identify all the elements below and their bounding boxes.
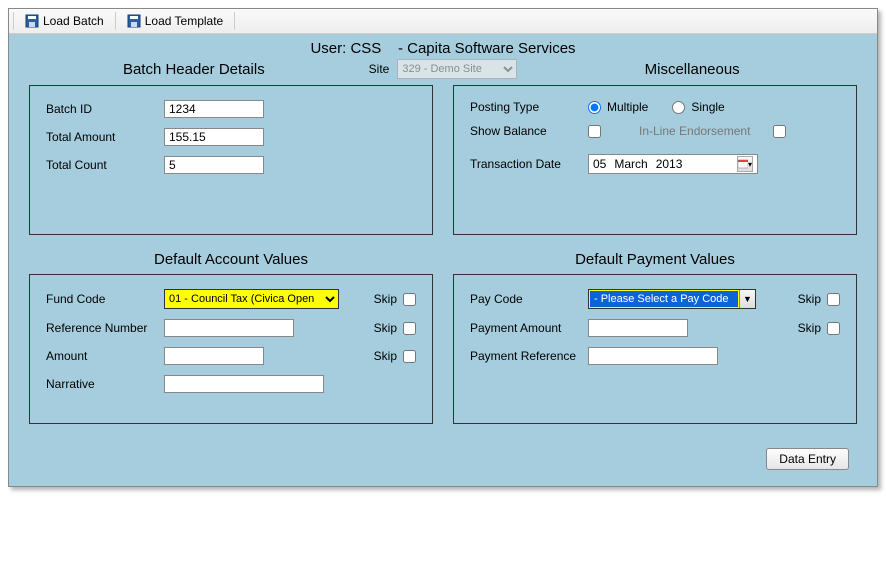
narrative-label: Narrative <box>46 377 156 391</box>
toolbar: Load Batch Load Template <box>9 9 877 34</box>
pay-code-value: - Please Select a Pay Code <box>590 291 738 307</box>
data-entry-button[interactable]: Data Entry <box>766 448 849 470</box>
fund-code-select[interactable]: 01 - Council Tax (Civica Open <box>164 289 339 309</box>
chevron-down-icon: ▼ <box>739 290 755 308</box>
payment-reference-label: Payment Reference <box>470 349 580 363</box>
toolbar-separator <box>234 12 235 30</box>
total-count-input[interactable] <box>164 156 264 174</box>
batch-id-input[interactable] <box>164 100 264 118</box>
posting-type-single[interactable]: Single <box>672 100 724 114</box>
save-icon <box>25 14 39 28</box>
fund-code-skip-checkbox[interactable] <box>403 293 416 306</box>
reference-number-skip-checkbox[interactable] <box>403 322 416 335</box>
date-day: 05 <box>593 157 606 171</box>
show-balance-checkbox[interactable] <box>588 125 601 138</box>
payment-reference-input[interactable] <box>588 347 718 365</box>
save-icon <box>127 14 141 28</box>
load-batch-label: Load Batch <box>43 14 104 28</box>
pay-code-select[interactable]: - Please Select a Pay Code ▼ <box>588 289 756 309</box>
transaction-date-label: Transaction Date <box>470 157 580 171</box>
batch-id-label: Batch ID <box>46 102 156 116</box>
miscellaneous-panel: Posting Type Multiple Single Show Balanc <box>453 85 857 235</box>
skip-label: Skip <box>798 321 821 335</box>
load-template-button[interactable]: Load Template <box>120 11 231 31</box>
company-label: - Capita Software Services <box>398 40 576 57</box>
narrative-input[interactable] <box>164 375 324 393</box>
calendar-icon[interactable]: ▾ <box>737 156 753 172</box>
single-label: Single <box>691 100 724 114</box>
show-balance-label: Show Balance <box>470 124 580 138</box>
content-area: User: CSS - Capita Software Services Bat… <box>9 34 877 486</box>
batch-header-panel: Batch ID Total Amount Total Count <box>29 85 433 235</box>
load-batch-button[interactable]: Load Batch <box>18 11 111 31</box>
pay-code-skip-checkbox[interactable] <box>827 293 840 306</box>
amount-input[interactable] <box>164 347 264 365</box>
batch-header-title: Batch Header Details <box>29 61 359 78</box>
default-account-title: Default Account Values <box>29 251 433 268</box>
site-select[interactable]: 329 - Demo Site <box>397 59 517 79</box>
posting-type-label: Posting Type <box>470 100 580 114</box>
skip-label: Skip <box>798 292 821 306</box>
toolbar-separator <box>13 12 14 30</box>
total-count-label: Total Count <box>46 158 156 172</box>
load-template-label: Load Template <box>145 14 224 28</box>
site-label: Site <box>369 62 390 76</box>
radio-single[interactable] <box>672 101 685 114</box>
date-year: 2013 <box>656 157 683 171</box>
miscellaneous-title: Miscellaneous <box>527 61 857 78</box>
default-payment-title: Default Payment Values <box>453 251 857 268</box>
transaction-date-input[interactable]: 05 March 2013 ▾ <box>588 154 758 174</box>
payment-amount-skip-checkbox[interactable] <box>827 322 840 335</box>
reference-number-label: Reference Number <box>46 321 156 335</box>
total-amount-label: Total Amount <box>46 130 156 144</box>
reference-number-input[interactable] <box>164 319 294 337</box>
skip-label: Skip <box>374 321 397 335</box>
payment-amount-input[interactable] <box>588 319 688 337</box>
main-window: Load Batch Load Template User: CSS - Cap… <box>8 8 878 487</box>
skip-label: Skip <box>374 292 397 306</box>
pay-code-label: Pay Code <box>470 292 580 306</box>
amount-skip-checkbox[interactable] <box>403 350 416 363</box>
inline-endorsement-checkbox[interactable] <box>773 125 786 138</box>
multiple-label: Multiple <box>607 100 648 114</box>
user-label: User: CSS <box>310 40 381 57</box>
radio-multiple[interactable] <box>588 101 601 114</box>
inline-endorsement-label: In-Line Endorsement <box>639 124 750 138</box>
total-amount-input[interactable] <box>164 128 264 146</box>
payment-amount-label: Payment Amount <box>470 321 580 335</box>
user-header: User: CSS - Capita Software Services <box>9 34 877 57</box>
skip-label: Skip <box>374 349 397 363</box>
posting-type-multiple[interactable]: Multiple <box>588 100 648 114</box>
toolbar-separator <box>115 12 116 30</box>
amount-label: Amount <box>46 349 156 363</box>
date-month: March <box>614 157 647 171</box>
fund-code-label: Fund Code <box>46 292 156 306</box>
default-account-panel: Fund Code 01 - Council Tax (Civica Open … <box>29 274 433 424</box>
default-payment-panel: Pay Code - Please Select a Pay Code ▼ Sk… <box>453 274 857 424</box>
